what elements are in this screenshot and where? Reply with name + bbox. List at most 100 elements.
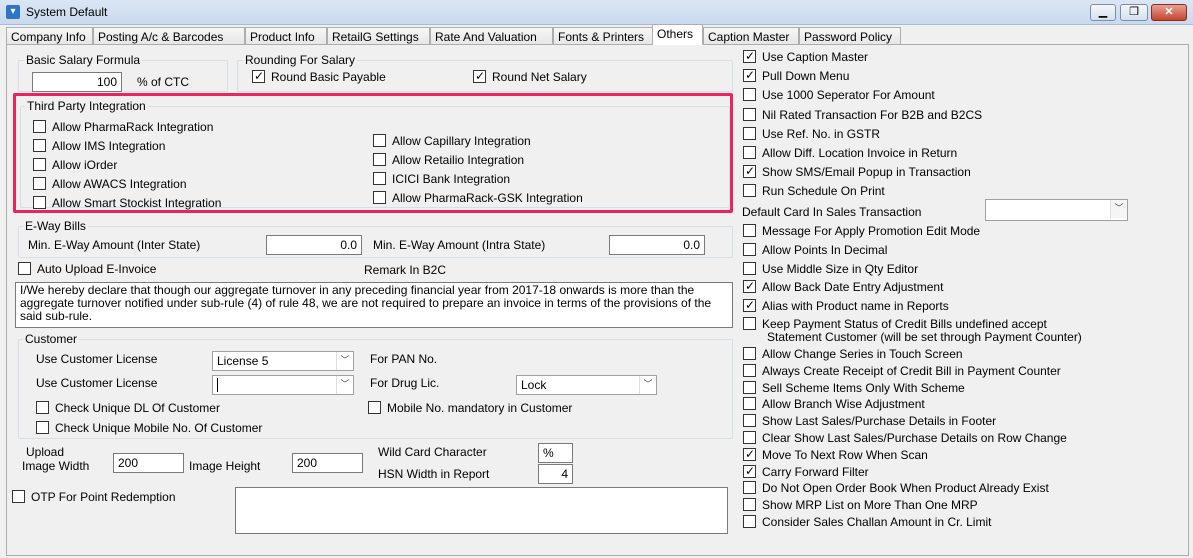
customer-license-select[interactable]: License 5 ﹀ (212, 351, 354, 371)
checkbox-icon (743, 431, 756, 444)
option-label: Consider Sales Challan Amount in Cr. Lim… (762, 515, 992, 529)
allow-pharmarack-checkbox[interactable]: Allow PharmaRack Integration (33, 120, 213, 134)
checkbox-icon (743, 88, 756, 102)
mobile-mandatory-checkbox[interactable]: Mobile No. mandatory in Customer (368, 401, 572, 415)
option-checkbox[interactable]: Consider Sales Challan Amount in Cr. Lim… (743, 515, 991, 529)
checkbox-icon (743, 242, 756, 256)
tab-fonts-printers[interactable]: Fonts & Printers (553, 27, 653, 45)
wildcard-input[interactable]: % (538, 443, 573, 463)
salary-unit-label: % of CTC (137, 75, 190, 89)
option-checkbox[interactable]: Use Ref. No. in GSTR (743, 126, 880, 141)
option-label: Show MRP List on More Than One MRP (762, 498, 978, 513)
tab-product-info[interactable]: Product Info (245, 27, 327, 45)
default-card-label: Default Card In Sales Transaction (742, 205, 922, 219)
eway-inter-input[interactable]: 0.0 (266, 235, 362, 255)
salary-group-title: Basic Salary Formula (24, 53, 143, 67)
option-checkbox[interactable]: Show SMS/Email Popup in Transaction (743, 164, 971, 180)
checkbox-icon (473, 69, 486, 83)
option-label: Pull Down Menu (762, 69, 850, 84)
drug-lic-label: For Drug Lic. (370, 376, 440, 390)
checkbox-icon (743, 298, 756, 313)
unique-mobile-checkbox[interactable]: Check Unique Mobile No. Of Customer (36, 421, 262, 435)
remark-b2c-label: Remark In B2C (364, 263, 447, 277)
tab-posting[interactable]: Posting A/c & Barcodes (93, 27, 245, 45)
app-icon: ▾ (6, 5, 20, 19)
option-checkbox[interactable]: Allow Diff. Location Invoice in Return (743, 146, 957, 160)
checkbox-icon (743, 414, 756, 428)
round-basic-checkbox[interactable]: Round Basic Payable (252, 69, 386, 84)
remark-b2c-textarea[interactable]: I/We hereby declare that though our aggr… (15, 282, 733, 328)
round-net-checkbox[interactable]: Round Net Salary (473, 69, 587, 84)
option-checkbox[interactable]: Allow Back Date Entry Adjustment (743, 279, 944, 295)
checkbox-icon (743, 481, 756, 495)
icici-bank-checkbox[interactable]: ICICI Bank Integration (373, 172, 510, 186)
option-label: Clear Show Last Sales/Purchase Details o… (762, 431, 1067, 445)
tab-caption-master[interactable]: Caption Master (703, 27, 799, 45)
option-checkbox[interactable]: Sell Scheme Items Only With Scheme (743, 380, 965, 395)
option-checkbox[interactable]: Show Last Sales/Purchase Details in Foot… (743, 414, 996, 428)
checkbox-icon (743, 261, 756, 275)
default-card-select[interactable]: ﹀ (985, 199, 1128, 221)
tab-others[interactable]: Others (652, 24, 703, 45)
allow-awacs-checkbox[interactable]: Allow AWACS Integration (33, 177, 187, 191)
restore-button[interactable]: ❐ (1120, 4, 1148, 21)
checkbox-icon (743, 279, 756, 294)
keep-payment-checkbox[interactable] (743, 317, 762, 331)
option-label: Allow Points In Decimal (762, 242, 888, 257)
tab-retailg[interactable]: RetailG Settings (327, 27, 430, 45)
option-checkbox[interactable]: Use 1000 Seperator For Amount (743, 88, 935, 102)
allow-retailio-checkbox[interactable]: Allow Retailio Integration (373, 153, 524, 167)
option-label: Allow Change Series in Touch Screen (762, 347, 963, 361)
allow-capillary-checkbox[interactable]: Allow Capillary Integration (373, 134, 531, 148)
auto-upload-checkbox[interactable]: Auto Upload E-Invoice (18, 262, 156, 276)
image-height-input[interactable]: 200 (292, 453, 363, 473)
option-checkbox[interactable]: Pull Down Menu (743, 68, 850, 84)
option-checkbox[interactable]: Nil Rated Transaction For B2B and B2CS (743, 107, 982, 122)
option-label: Always Create Receipt of Credit Bill in … (762, 363, 1061, 378)
tab-rate-valuation[interactable]: Rate And Valuation (430, 27, 553, 45)
minimize-button[interactable]: ▁ (1090, 4, 1116, 21)
tab-company-info[interactable]: Company Info (6, 27, 93, 45)
checkbox-icon (743, 447, 756, 461)
eway-intra-label: Min. E-Way Amount (Intra State) (373, 238, 546, 252)
option-checkbox[interactable]: Run Schedule On Print (743, 184, 885, 198)
allow-pharmarack-gsk-checkbox[interactable]: Allow PharmaRack-GSK Integration (373, 191, 583, 205)
image-width-input[interactable]: 200 (113, 453, 184, 473)
option-checkbox[interactable]: Message For Apply Promotion Edit Mode (743, 224, 980, 238)
customer-license-select-2[interactable]: ﹀ (212, 375, 354, 395)
window-title: System Default (26, 5, 108, 19)
allow-ims-checkbox[interactable]: Allow IMS Integration (33, 139, 165, 153)
checkbox-icon (743, 397, 756, 411)
image-width-label: Image Width (22, 459, 90, 473)
unique-dl-checkbox[interactable]: Check Unique DL Of Customer (36, 401, 220, 415)
option-checkbox[interactable]: Clear Show Last Sales/Purchase Details o… (743, 431, 1067, 445)
option-checkbox[interactable]: Move To Next Row When Scan (743, 447, 928, 462)
eway-intra-input[interactable]: 0.0 (609, 235, 705, 255)
drug-lic-select[interactable]: Lock ﹀ (516, 375, 657, 395)
close-button[interactable]: ✕ (1151, 4, 1187, 21)
otp-checkbox[interactable]: OTP For Point Redemption (12, 490, 176, 504)
allow-smart-stockist-checkbox[interactable]: Allow Smart Stockist Integration (33, 196, 221, 210)
option-checkbox[interactable]: Do Not Open Order Book When Product Alre… (743, 481, 1049, 495)
eway-inter-label: Min. E-Way Amount (Inter State) (28, 238, 201, 252)
allow-iorder-checkbox[interactable]: Allow iOrder (33, 158, 117, 172)
option-checkbox[interactable]: Allow Change Series in Touch Screen (743, 347, 963, 361)
option-label: Show SMS/Email Popup in Transaction (762, 165, 971, 180)
option-checkbox[interactable]: Carry Forward Filter (743, 464, 869, 479)
option-checkbox[interactable]: Allow Branch Wise Adjustment (743, 397, 925, 411)
option-checkbox[interactable]: Allow Points In Decimal (743, 242, 888, 257)
tab-password-policy[interactable]: Password Policy (799, 27, 901, 45)
hsn-width-input[interactable]: 4 (538, 464, 573, 484)
option-label: Allow Back Date Entry Adjustment (762, 280, 944, 295)
option-checkbox[interactable]: Show MRP List on More Than One MRP (743, 498, 978, 512)
option-checkbox[interactable]: Always Create Receipt of Credit Bill in … (743, 363, 1061, 378)
checkbox-icon (743, 68, 756, 83)
otp-message-textarea[interactable] (235, 487, 728, 534)
option-label: Allow Diff. Location Invoice in Return (762, 146, 958, 160)
customer-group-title: Customer (23, 332, 80, 346)
option-checkbox[interactable]: Alias with Product name in Reports (743, 298, 949, 313)
option-checkbox[interactable]: Use Middle Size in Qty Editor (743, 261, 918, 276)
option-checkbox[interactable]: Use Caption Master (743, 49, 868, 64)
option-label: Move To Next Row When Scan (762, 447, 928, 462)
salary-value-input[interactable]: 100 (32, 72, 122, 92)
